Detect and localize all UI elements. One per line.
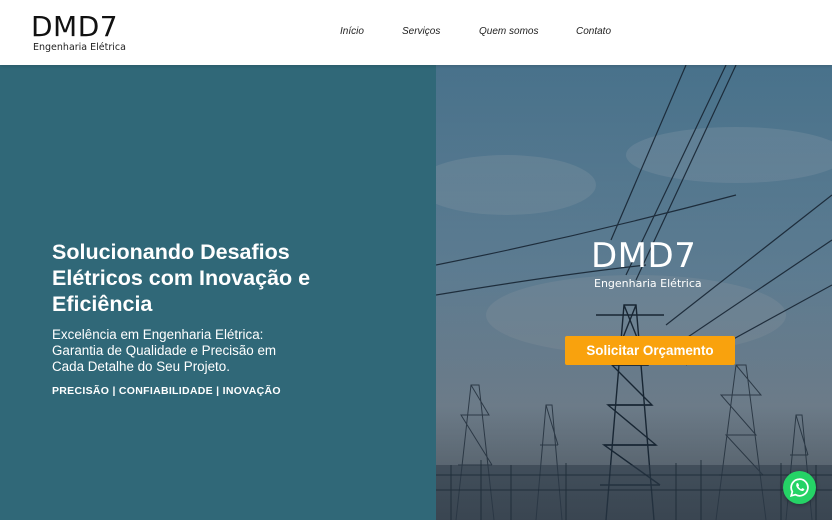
logo-subtitle: Engenharia Elétrica [33,42,126,53]
request-quote-button[interactable]: Solicitar Orçamento [565,336,735,365]
nav-servicos[interactable]: Serviços [402,25,440,39]
nav-contato[interactable]: Contato [576,25,611,39]
whatsapp-button[interactable] [783,471,816,504]
hero-tagline: PRECISÃO | CONFIABILIDADE | INOVAÇÃO [52,385,281,397]
whatsapp-icon [789,478,809,498]
hero-logo-subtitle: Engenharia Elétrica [594,277,702,290]
hero-subtext: Excelência em Engenharia Elétrica: Garan… [52,327,277,374]
hero-logo-title: DMD7 [591,236,697,276]
site-header: DMD7 Engenharia Elétrica Início Serviços… [0,0,832,65]
nav-inicio[interactable]: Início [340,25,364,39]
site-logo[interactable]: DMD7 Engenharia Elétrica [31,12,131,54]
logo-title: DMD7 [31,10,119,43]
power-lines-illustration [436,65,832,520]
hero-image: DMD7 Engenharia Elétrica Solicitar Orçam… [436,65,832,520]
hero-text-panel: Solucionando Desafios Elétricos com Inov… [0,65,436,520]
hero-headline: Solucionando Desafios Elétricos com Inov… [52,240,311,316]
nav-quem-somos[interactable]: Quem somos [479,25,538,39]
